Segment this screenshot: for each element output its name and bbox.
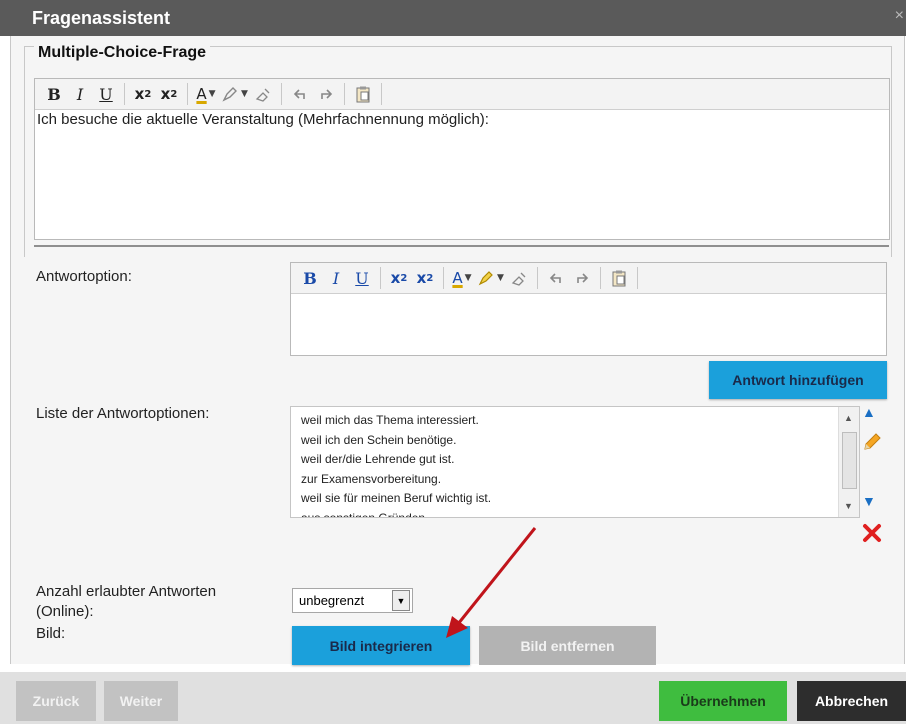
remove-format-button[interactable]: [508, 267, 530, 289]
answer-list[interactable]: weil mich das Thema interessiert. weil i…: [290, 406, 860, 518]
question-toolbar: B I U x2 x2 A ▼ ▼: [35, 79, 889, 110]
list-item[interactable]: weil ich den Schein benötige.: [301, 431, 491, 451]
allowed-answers-label: Anzahl erlaubter Antworten (Online):: [36, 583, 217, 620]
bold-button[interactable]: B: [43, 83, 65, 105]
italic-button[interactable]: I: [69, 83, 91, 105]
bold-button[interactable]: B: [299, 267, 321, 289]
cancel-button[interactable]: Abbrechen: [797, 681, 906, 721]
clipboard-icon: [612, 270, 626, 287]
section-legend: Multiple-Choice-Frage: [34, 44, 211, 62]
font-color-button[interactable]: A ▼: [195, 83, 217, 105]
apply-button[interactable]: Übernehmen: [659, 681, 787, 721]
allowed-answers-value: unbegrenzt: [299, 593, 365, 608]
redo-button[interactable]: [571, 267, 593, 289]
superscript-button[interactable]: x2: [414, 267, 436, 289]
move-up-icon[interactable]: ▲: [862, 404, 876, 420]
list-item[interactable]: weil mich das Thema interessiert.: [301, 411, 491, 431]
redo-icon: [577, 273, 589, 283]
toolbar-separator: [599, 267, 601, 289]
toolbar-separator: [536, 267, 538, 289]
clipboard-icon: [356, 86, 370, 103]
toolbar-separator: [443, 267, 444, 289]
remove-image-button[interactable]: Bild entfernen: [479, 626, 656, 665]
image-label: Bild:: [36, 625, 66, 642]
underline-button[interactable]: U: [95, 83, 117, 105]
next-button[interactable]: Weiter: [104, 681, 178, 721]
redo-icon: [321, 89, 333, 99]
question-text: Ich besuche die aktuelle Veranstaltung (…: [37, 111, 489, 128]
scroll-down-icon[interactable]: ▼: [844, 501, 853, 511]
highlight-color-button[interactable]: ▼: [477, 267, 504, 289]
scroll-up-icon[interactable]: ▲: [844, 413, 853, 423]
eraser-icon: [511, 272, 526, 286]
highlighter-icon: [478, 271, 493, 286]
undo-button[interactable]: [545, 267, 567, 289]
dialog-titlebar: Fragenassistent ×: [0, 0, 906, 36]
undo-button[interactable]: [289, 83, 311, 105]
list-item[interactable]: zur Examensvorbereitung.: [301, 470, 491, 490]
dialog-title: Fragenassistent: [32, 8, 171, 28]
subscript-button[interactable]: x2: [132, 83, 154, 105]
underline-button[interactable]: U: [351, 267, 373, 289]
move-down-icon[interactable]: ▼: [862, 493, 876, 509]
back-button[interactable]: Zurück: [16, 681, 96, 721]
answer-list-label: Liste der Antwortoptionen:: [36, 405, 210, 422]
toolbar-separator: [280, 83, 282, 105]
undo-icon: [293, 89, 305, 99]
highlight-color-button[interactable]: ▼: [221, 83, 248, 105]
subscript-button[interactable]: x2: [388, 267, 410, 289]
allowed-answers-select[interactable]: unbegrenzt ▼: [292, 588, 413, 613]
close-icon[interactable]: ×: [895, 7, 904, 25]
superscript-button[interactable]: x2: [158, 83, 180, 105]
eraser-icon: [255, 88, 270, 102]
answer-toolbar: B I U x2 x2 A ▼ ▼: [291, 263, 886, 294]
toolbar-separator: [380, 267, 381, 289]
answer-list-scrollbar[interactable]: ▲ ▼: [838, 407, 859, 517]
toolbar-separator: [343, 83, 345, 105]
paste-button[interactable]: [608, 267, 630, 289]
delete-icon[interactable]: [862, 523, 882, 548]
list-item[interactable]: weil der/die Lehrende gut ist.: [301, 450, 491, 470]
undo-icon: [549, 273, 561, 283]
chevron-down-icon[interactable]: ▼: [392, 590, 410, 611]
toolbar-separator: [636, 267, 638, 289]
toolbar-separator: [124, 83, 125, 105]
font-color-button[interactable]: A ▼: [451, 267, 473, 289]
toolbar-separator: [187, 83, 188, 105]
scroll-thumb[interactable]: [842, 432, 857, 489]
insert-image-button[interactable]: Bild integrieren: [292, 626, 470, 665]
highlighter-icon: [222, 87, 237, 102]
italic-button[interactable]: I: [325, 267, 347, 289]
edit-pencil-icon[interactable]: [862, 432, 882, 457]
remove-format-button[interactable]: [252, 83, 274, 105]
answer-option-editor[interactable]: B I U x2 x2 A ▼ ▼: [290, 262, 887, 356]
redo-button[interactable]: [315, 83, 337, 105]
paste-button[interactable]: [352, 83, 374, 105]
question-editor[interactable]: B I U x2 x2 A ▼ ▼ Ich besuche die aktuell…: [34, 78, 890, 240]
list-item[interactable]: aus sonstigen Gründen.: [301, 509, 491, 518]
toolbar-separator: [380, 83, 382, 105]
list-item[interactable]: weil sie für meinen Beruf wichtig ist.: [301, 489, 491, 509]
add-answer-button[interactable]: Antwort hinzufügen: [709, 361, 887, 399]
section-divider: [34, 245, 889, 247]
answer-option-label: Antwortoption:: [36, 268, 132, 285]
answer-list-items: weil mich das Thema interessiert. weil i…: [301, 411, 491, 518]
